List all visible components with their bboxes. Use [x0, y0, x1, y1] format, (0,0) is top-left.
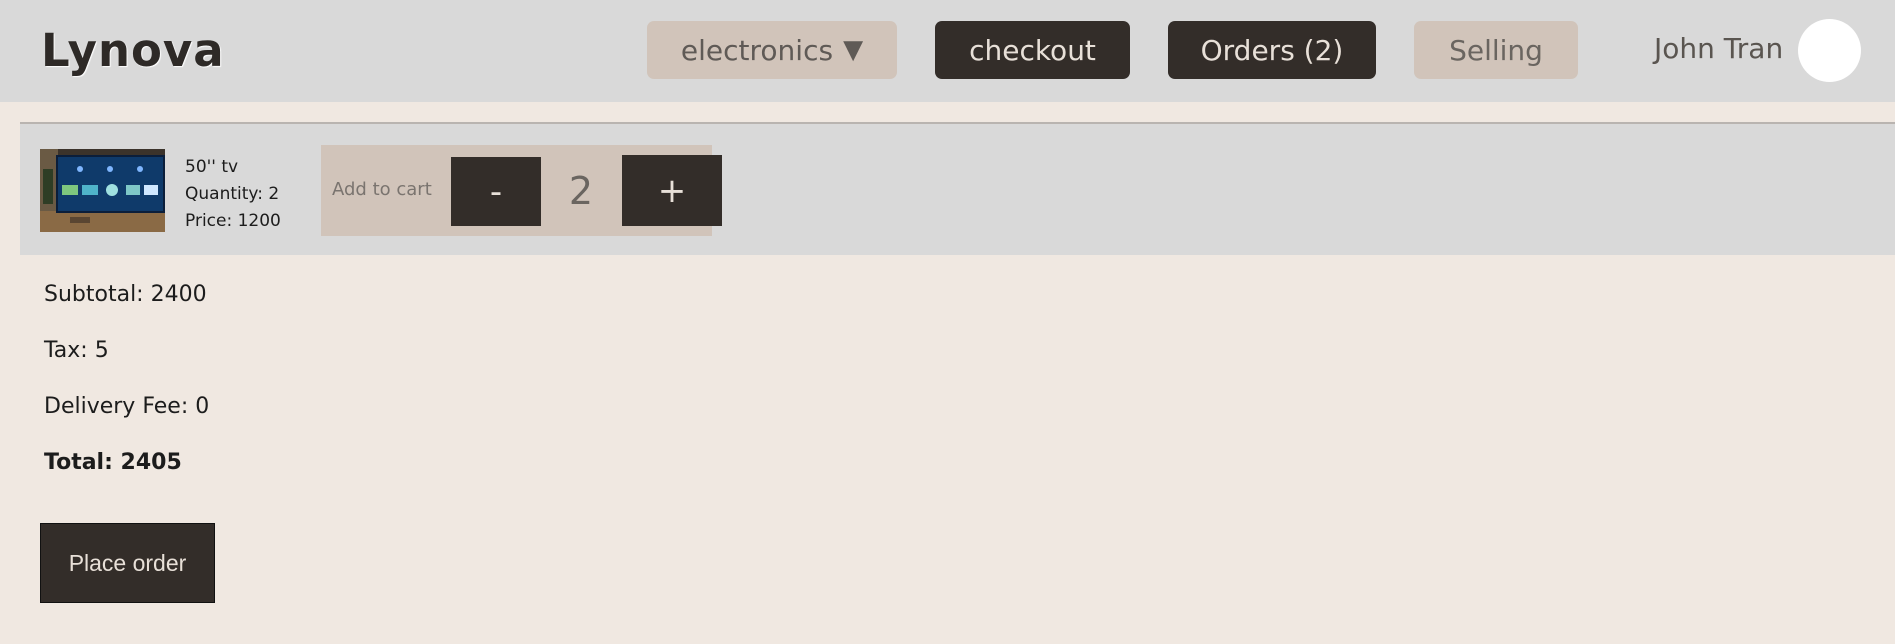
tax: Tax: 5: [44, 338, 109, 363]
place-order-button[interactable]: Place order: [40, 523, 215, 603]
category-dropdown[interactable]: electronics ▼: [647, 21, 897, 79]
selling-button[interactable]: Selling: [1414, 21, 1578, 79]
tv-product-image-graphic: [40, 149, 165, 232]
checkout-button[interactable]: checkout: [935, 21, 1130, 79]
quantity-stepper: Add to cart - 2 +: [321, 145, 722, 236]
page: Lynova electronics ▼ checkout Orders (2)…: [0, 0, 1895, 644]
item-name: 50'' tv: [185, 157, 239, 177]
cart-item-row: 50'' tv Quantity: 2 Price: 1200 Add to c…: [20, 124, 1895, 255]
user-name[interactable]: John Tran: [1654, 32, 1783, 65]
top-header: Lynova electronics ▼ checkout Orders (2)…: [0, 0, 1895, 102]
logo[interactable]: Lynova: [41, 24, 225, 77]
orders-button[interactable]: Orders (2): [1168, 21, 1376, 79]
item-quantity: Quantity: 2: [185, 184, 280, 204]
delivery-fee: Delivery Fee: 0: [44, 394, 210, 419]
item-price: Price: 1200: [185, 211, 281, 231]
total: Total: 2405: [44, 450, 182, 475]
avatar-icon[interactable]: [1798, 19, 1861, 82]
category-label: electronics: [680, 33, 834, 67]
quantity-value: 2: [568, 169, 594, 213]
caret-down-icon: ▼: [843, 35, 864, 65]
add-to-cart-label: Add to cart: [332, 179, 432, 200]
subtotal: Subtotal: 2400: [44, 282, 207, 307]
increase-quantity-button[interactable]: +: [622, 155, 722, 226]
decrease-quantity-button[interactable]: -: [451, 157, 541, 226]
tv-product-image: [40, 149, 165, 232]
checkout-main: 50'' tv Quantity: 2 Price: 1200 Add to c…: [0, 102, 1895, 644]
item-info: 50'' tv Quantity: 2 Price: 1200: [185, 154, 281, 235]
